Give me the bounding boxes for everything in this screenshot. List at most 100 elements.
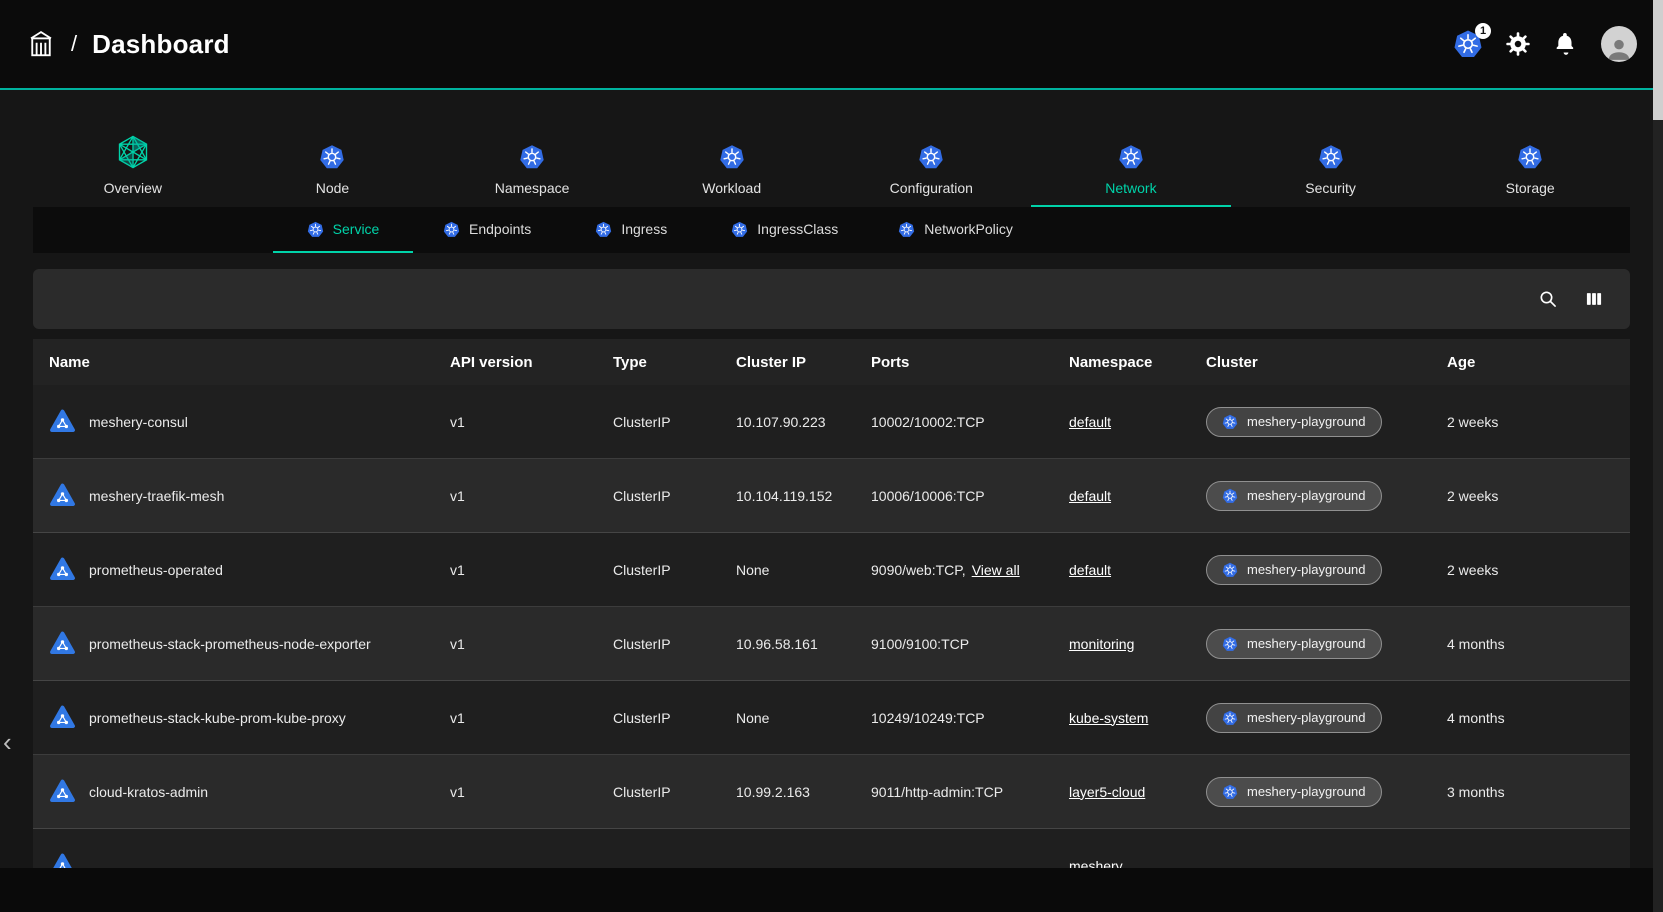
search-icon[interactable] (1538, 289, 1558, 309)
collapse-drawer-chevron[interactable]: ‹ (3, 729, 12, 755)
type-cell: ClusterIP (597, 562, 720, 578)
table-row[interactable]: prometheus-stack-prometheus-node-exporte… (33, 607, 1630, 681)
service-resource-icon (49, 482, 76, 509)
kubernetes-icon (1222, 414, 1238, 430)
column-header-name[interactable]: Name (33, 354, 434, 371)
scrollbar-thumb[interactable] (1653, 0, 1663, 120)
tab-workload[interactable]: Workload (632, 130, 832, 207)
column-header-cluster[interactable]: Cluster (1190, 354, 1431, 371)
table-row[interactable]: cloud-kratos-admin v1 ClusterIP 10.99.2.… (33, 755, 1630, 829)
api-version-cell: v1 (434, 784, 597, 800)
cluster-chip[interactable]: meshery-playground (1206, 629, 1382, 659)
age-cell: 2 weeks (1431, 488, 1630, 504)
subtab-ingress[interactable]: Ingress (561, 207, 701, 253)
table-row[interactable]: meshery-traefik-mesh v1 ClusterIP 10.104… (33, 459, 1630, 533)
cluster-cell: meshery-playground (1190, 629, 1431, 659)
cluster-chip[interactable]: meshery-playground (1206, 703, 1382, 733)
page-title: Dashboard (92, 29, 230, 60)
header-breadcrumb: / Dashboard (26, 29, 230, 60)
type-cell: ClusterIP (597, 414, 720, 430)
tab-namespace[interactable]: Namespace (432, 130, 632, 207)
kubernetes-icon (731, 221, 748, 238)
kubernetes-icon (1222, 784, 1238, 800)
cluster-ip-cell: None (720, 562, 855, 578)
column-header-cluster-ip[interactable]: Cluster IP (720, 354, 855, 371)
cluster-ip-cell: None (720, 710, 855, 726)
column-header-type[interactable]: Type (597, 354, 720, 371)
column-header-namespace[interactable]: Namespace (1053, 354, 1190, 371)
cluster-name: meshery-playground (1247, 636, 1366, 651)
cluster-chip[interactable]: meshery-playground (1206, 555, 1382, 585)
cluster-chip[interactable]: meshery-playground (1206, 481, 1382, 511)
subtab-networkpolicy[interactable]: NetworkPolicy (868, 207, 1043, 253)
cluster-chip[interactable]: meshery-playground (1206, 777, 1382, 807)
services-table: NameAPI versionTypeCluster IPPortsNamesp… (33, 339, 1630, 903)
tab-configuration[interactable]: Configuration (832, 130, 1032, 207)
view-columns-icon[interactable] (1584, 289, 1604, 309)
subtab-endpoints[interactable]: Endpoints (413, 207, 561, 253)
namespace-link[interactable]: kube-system (1069, 710, 1148, 726)
tab-label: Node (316, 180, 349, 196)
name-cell: prometheus-operated (33, 556, 434, 583)
network-resource-subtabs: Service Endpoints Ingress IngressClass N… (33, 207, 1630, 253)
namespace-link[interactable]: layer5-cloud (1069, 784, 1145, 800)
namespace-link[interactable]: monitoring (1069, 636, 1134, 652)
kubernetes-icon (443, 221, 460, 238)
table-row[interactable]: prometheus-stack-kube-prom-kube-proxy v1… (33, 681, 1630, 755)
page-scrollbar[interactable] (1653, 0, 1663, 912)
api-version-cell: v1 (434, 710, 597, 726)
resource-category-tabs: Overview Node Namespace Workload Configu… (33, 130, 1630, 207)
subtab-label: NetworkPolicy (924, 221, 1013, 237)
column-header-ports[interactable]: Ports (855, 354, 1053, 371)
service-resource-icon (49, 630, 76, 657)
namespace-cell: monitoring (1053, 636, 1190, 652)
tab-network[interactable]: Network (1031, 130, 1231, 207)
cluster-chip[interactable]: meshery-playground (1206, 407, 1382, 437)
tab-label: Security (1305, 180, 1356, 196)
kubernetes-icon (1222, 636, 1238, 652)
kubernetes-icon (307, 221, 324, 238)
service-resource-icon (49, 704, 76, 731)
cluster-cell: meshery-playground (1190, 481, 1431, 511)
namespace-link[interactable]: default (1069, 414, 1111, 430)
kubernetes-icon (319, 144, 345, 170)
tab-node[interactable]: Node (233, 130, 433, 207)
service-resource-icon (49, 556, 76, 583)
cluster-name: meshery-playground (1247, 488, 1366, 503)
age-cell: 2 weeks (1431, 414, 1630, 430)
namespace-link[interactable]: default (1069, 562, 1111, 578)
cluster-name: meshery-playground (1247, 784, 1366, 799)
settings-gear-icon[interactable] (1505, 31, 1531, 57)
kubernetes-icon (519, 144, 545, 170)
footer-bar (0, 868, 1663, 912)
subtab-ingressclass[interactable]: IngressClass (701, 207, 868, 253)
api-version-cell: v1 (434, 636, 597, 652)
notifications-bell-icon[interactable] (1553, 31, 1579, 57)
table-header-row: NameAPI versionTypeCluster IPPortsNamesp… (33, 339, 1630, 385)
column-header-api-version[interactable]: API version (434, 354, 597, 371)
namespace-cell: default (1053, 562, 1190, 578)
view-all-ports-link[interactable]: View all (972, 562, 1020, 578)
subtab-service[interactable]: Service (273, 207, 413, 253)
age-cell: 2 weeks (1431, 562, 1630, 578)
column-header-age[interactable]: Age (1431, 354, 1630, 371)
subtab-label: Ingress (621, 221, 667, 237)
tab-label: Storage (1506, 180, 1555, 196)
namespace-cell: default (1053, 414, 1190, 430)
age-cell: 4 months (1431, 710, 1630, 726)
table-row[interactable]: prometheus-operated v1 ClusterIP None 90… (33, 533, 1630, 607)
subtab-label: Service (333, 221, 380, 237)
tab-security[interactable]: Security (1231, 130, 1431, 207)
kubernetes-context-button[interactable]: 1 (1453, 29, 1483, 59)
cluster-ip-cell: 10.104.119.152 (720, 488, 855, 504)
namespace-link[interactable]: default (1069, 488, 1111, 504)
tab-overview[interactable]: Overview (33, 130, 233, 207)
namespace-cell: layer5-cloud (1053, 784, 1190, 800)
type-cell: ClusterIP (597, 710, 720, 726)
cluster-name: meshery-playground (1247, 414, 1366, 429)
tab-storage[interactable]: Storage (1430, 130, 1630, 207)
organization-logo-icon[interactable] (26, 29, 56, 59)
service-name: meshery-consul (89, 414, 188, 430)
user-avatar[interactable] (1601, 26, 1637, 62)
table-row[interactable]: meshery-consul v1 ClusterIP 10.107.90.22… (33, 385, 1630, 459)
